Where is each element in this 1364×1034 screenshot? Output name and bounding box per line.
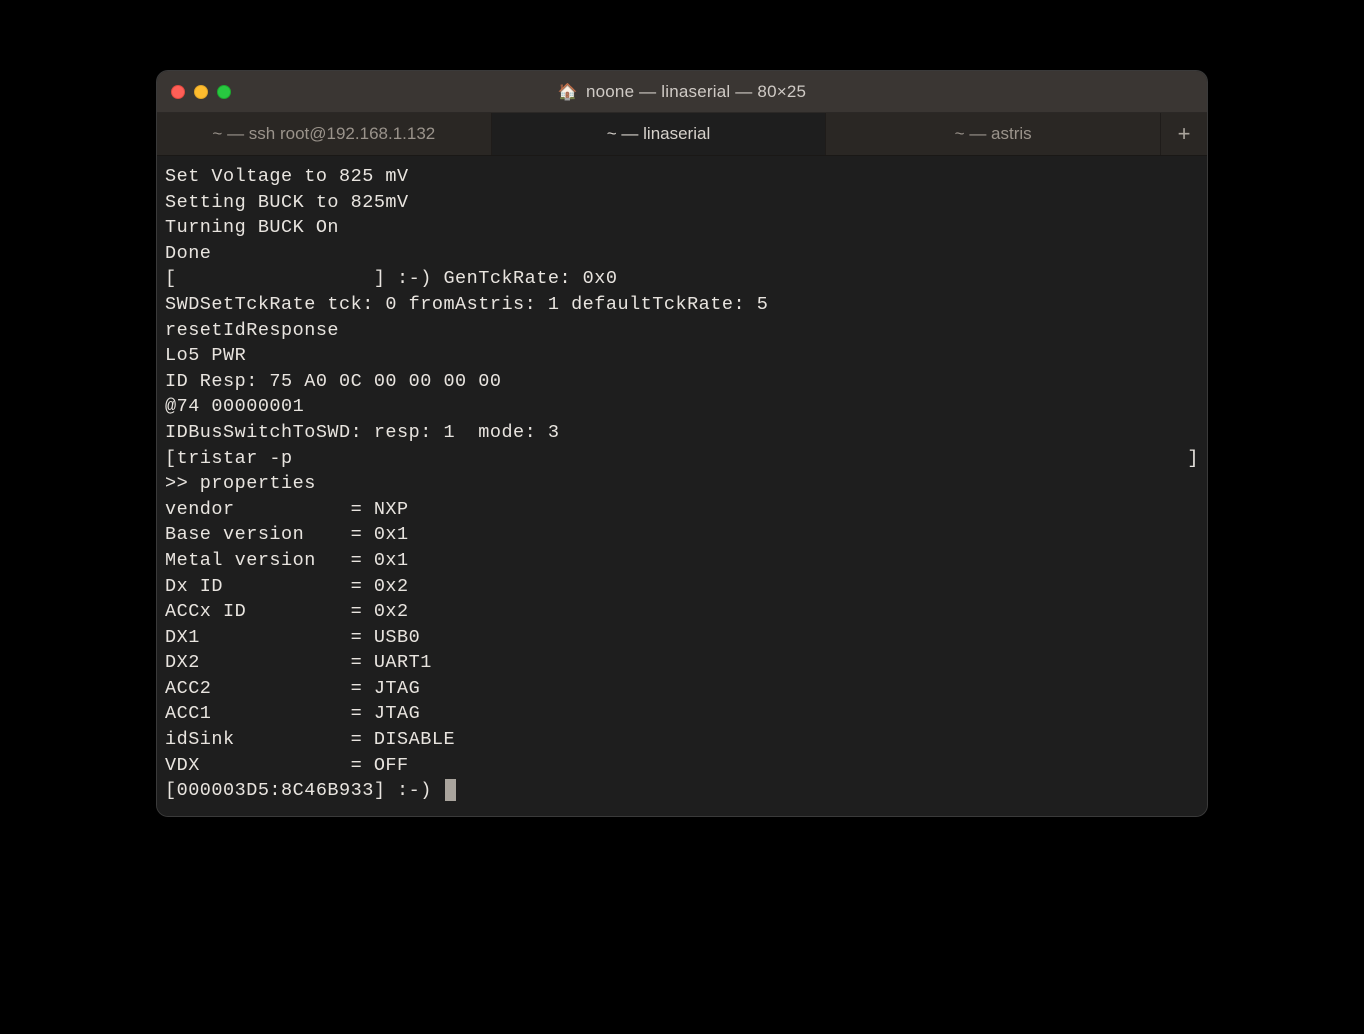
prompt-line: [000003D5:8C46B933] :-) xyxy=(165,778,1199,804)
property-row: ACC2 = JTAG xyxy=(165,676,1199,702)
window-title: 🏠 noone — linaserial — 80×25 xyxy=(558,82,806,102)
terminal-content[interactable]: Set Voltage to 825 mVSetting BUCK to 825… xyxy=(157,156,1207,816)
property-row: DX1 = USB0 xyxy=(165,625,1199,651)
terminal-line: >> properties xyxy=(165,471,1199,497)
terminal-line: [ ] :-) GenTckRate: 0x0 xyxy=(165,266,1199,292)
property-row: idSink = DISABLE xyxy=(165,727,1199,753)
home-icon: 🏠 xyxy=(558,82,578,102)
terminal-line: Lo5 PWR xyxy=(165,343,1199,369)
bracket-open: [ xyxy=(165,446,177,472)
titlebar: 🏠 noone — linaserial — 80×25 xyxy=(157,71,1207,113)
property-row: Metal version = 0x1 xyxy=(165,548,1199,574)
tab-ssh[interactable]: ~ — ssh root@192.168.1.132 xyxy=(157,113,492,155)
window-title-text: noone — linaserial — 80×25 xyxy=(586,82,806,102)
close-button[interactable] xyxy=(171,85,185,99)
bracket-close: ] xyxy=(1187,446,1199,472)
property-row: ACC1 = JTAG xyxy=(165,701,1199,727)
terminal-line: ID Resp: 75 A0 0C 00 00 00 00 xyxy=(165,369,1199,395)
property-row: VDX = OFF xyxy=(165,753,1199,779)
terminal-line: Set Voltage to 825 mV xyxy=(165,164,1199,190)
minimize-button[interactable] xyxy=(194,85,208,99)
tab-bar: ~ — ssh root@192.168.1.132 ~ — linaseria… xyxy=(157,113,1207,156)
property-row: Base version = 0x1 xyxy=(165,522,1199,548)
tab-astris[interactable]: ~ — astris xyxy=(826,113,1161,155)
stretch-command: tristar -p xyxy=(177,446,1188,472)
tab-linaserial[interactable]: ~ — linaserial xyxy=(492,113,827,155)
terminal-line: IDBusSwitchToSWD: resp: 1 mode: 3 xyxy=(165,420,1199,446)
new-tab-button[interactable]: + xyxy=(1161,113,1207,155)
terminal-line: Setting BUCK to 825mV xyxy=(165,190,1199,216)
traffic-lights xyxy=(171,85,231,99)
property-row: vendor = NXP xyxy=(165,497,1199,523)
terminal-window: 🏠 noone — linaserial — 80×25 ~ — ssh roo… xyxy=(156,70,1208,817)
terminal-line: Turning BUCK On xyxy=(165,215,1199,241)
terminal-line: resetIdResponse xyxy=(165,318,1199,344)
terminal-line: Done xyxy=(165,241,1199,267)
property-row: DX2 = UART1 xyxy=(165,650,1199,676)
terminal-line-stretch: [tristar -p] xyxy=(165,446,1199,472)
terminal-line: @74 00000001 xyxy=(165,394,1199,420)
property-row: ACCx ID = 0x2 xyxy=(165,599,1199,625)
zoom-button[interactable] xyxy=(217,85,231,99)
prompt-text: [000003D5:8C46B933] :-) xyxy=(165,780,443,801)
cursor-block xyxy=(445,779,456,801)
property-row: Dx ID = 0x2 xyxy=(165,574,1199,600)
terminal-line: SWDSetTckRate tck: 0 fromAstris: 1 defau… xyxy=(165,292,1199,318)
